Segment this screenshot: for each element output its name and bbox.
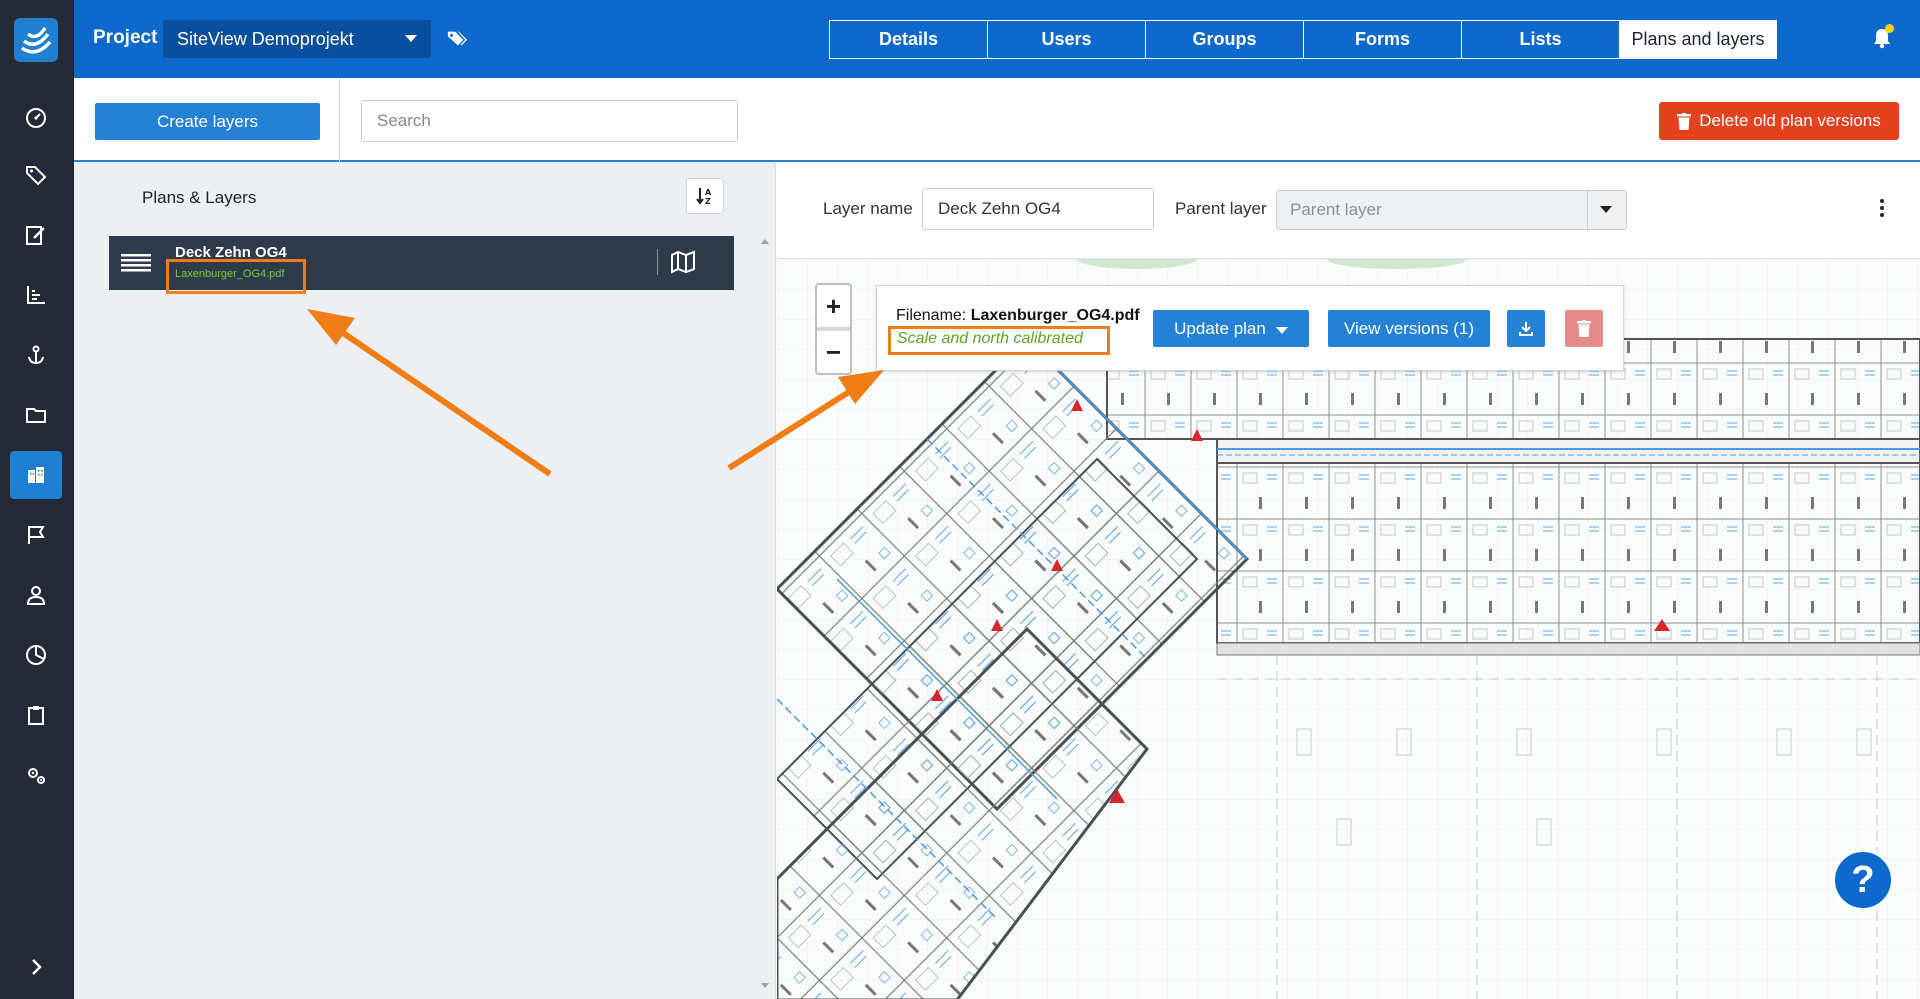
project-name: SiteView Demoprojekt — [177, 28, 354, 49]
notification-dot — [1885, 24, 1894, 33]
tags-icon[interactable] — [10, 151, 62, 199]
sidebar-rail — [0, 0, 74, 999]
layer-item-divider — [657, 249, 658, 275]
folder-icon[interactable] — [10, 391, 62, 439]
tab-lists[interactable]: Lists — [1461, 20, 1619, 59]
app-logo-icon[interactable] — [14, 18, 58, 62]
clipboard-icon[interactable] — [10, 691, 62, 739]
update-plan-button[interactable]: Update plan — [1153, 310, 1309, 347]
project-tabs: Details Users Groups Forms Lists Plans a… — [829, 20, 1777, 59]
layer-name-label: Layer name — [823, 199, 913, 218]
sort-alpha-icon: AZ — [696, 188, 712, 206]
caret-down-icon — [1600, 206, 1612, 213]
user-icon[interactable] — [10, 571, 62, 619]
update-plan-label: Update plan — [1174, 318, 1266, 338]
tab-details[interactable]: Details — [829, 20, 987, 59]
svg-text:Z: Z — [705, 197, 711, 206]
scroll-down-arrow[interactable] — [761, 983, 769, 988]
buildings-icon[interactable] — [10, 451, 62, 499]
zoom-control: + − — [815, 283, 852, 375]
svg-text:A: A — [705, 188, 712, 197]
anchor-icon[interactable] — [10, 331, 62, 379]
top-bar: Project SiteView Demoprojekt Details Use… — [74, 0, 1920, 78]
download-icon — [1519, 321, 1533, 336]
select-divider — [1587, 191, 1588, 229]
layer-name-input[interactable] — [922, 188, 1154, 230]
settings-icon[interactable] — [10, 751, 62, 799]
trash-icon — [1677, 112, 1692, 130]
view-versions-button[interactable]: View versions (1) — [1328, 310, 1490, 347]
pie-chart-icon[interactable] — [10, 631, 62, 679]
parent-layer-label: Parent layer — [1175, 199, 1267, 218]
tab-plans-and-layers[interactable]: Plans and layers — [1619, 20, 1777, 59]
toolbar: Create layers Delete old plan versions — [74, 78, 1920, 162]
caret-down-icon — [1275, 326, 1288, 334]
dashboard-icon[interactable] — [10, 94, 62, 142]
filename-value: Laxenburger_OG4.pdf — [970, 307, 1140, 324]
parent-layer-select[interactable]: Parent layer — [1276, 190, 1627, 230]
toolbar-divider — [339, 78, 340, 162]
project-select[interactable]: SiteView Demoprojekt — [163, 20, 431, 58]
help-button[interactable]: ? — [1832, 849, 1894, 911]
more-options-icon[interactable] — [1878, 199, 1886, 221]
search-input[interactable] — [361, 100, 738, 142]
create-layers-button[interactable]: Create layers — [95, 103, 320, 140]
drag-handle-icon[interactable] — [121, 252, 151, 277]
filename-label: Filename: — [896, 307, 967, 324]
tab-users[interactable]: Users — [987, 20, 1145, 59]
chart-icon[interactable] — [10, 271, 62, 319]
project-label: Project — [93, 27, 158, 48]
parent-layer-placeholder: Parent layer — [1290, 200, 1382, 219]
filename-text: Filename: Laxenburger_OG4.pdf — [896, 307, 1140, 325]
delete-old-plan-versions-button[interactable]: Delete old plan versions — [1659, 102, 1899, 140]
zoom-out-button[interactable]: − — [817, 331, 850, 373]
caret-down-icon — [405, 35, 417, 42]
scroll-up-arrow[interactable] — [761, 239, 769, 244]
tags-icon[interactable] — [446, 28, 468, 55]
zoom-in-button[interactable]: + — [817, 285, 850, 327]
delete-old-plan-versions-label: Delete old plan versions — [1699, 111, 1881, 130]
sort-button[interactable]: AZ — [686, 178, 724, 214]
flag-icon[interactable] — [10, 511, 62, 559]
highlight-box-file — [166, 259, 306, 294]
panel-title: Plans & Layers — [142, 188, 257, 207]
tab-forms[interactable]: Forms — [1303, 20, 1461, 59]
delete-plan-button[interactable] — [1565, 310, 1603, 347]
map-icon[interactable] — [670, 250, 696, 279]
trash-icon — [1577, 320, 1591, 337]
edit-icon[interactable] — [10, 211, 62, 259]
download-button[interactable] — [1507, 310, 1545, 347]
highlight-box-status — [888, 326, 1110, 355]
tab-groups[interactable]: Groups — [1145, 20, 1303, 59]
chevron-right-icon[interactable] — [10, 943, 62, 991]
